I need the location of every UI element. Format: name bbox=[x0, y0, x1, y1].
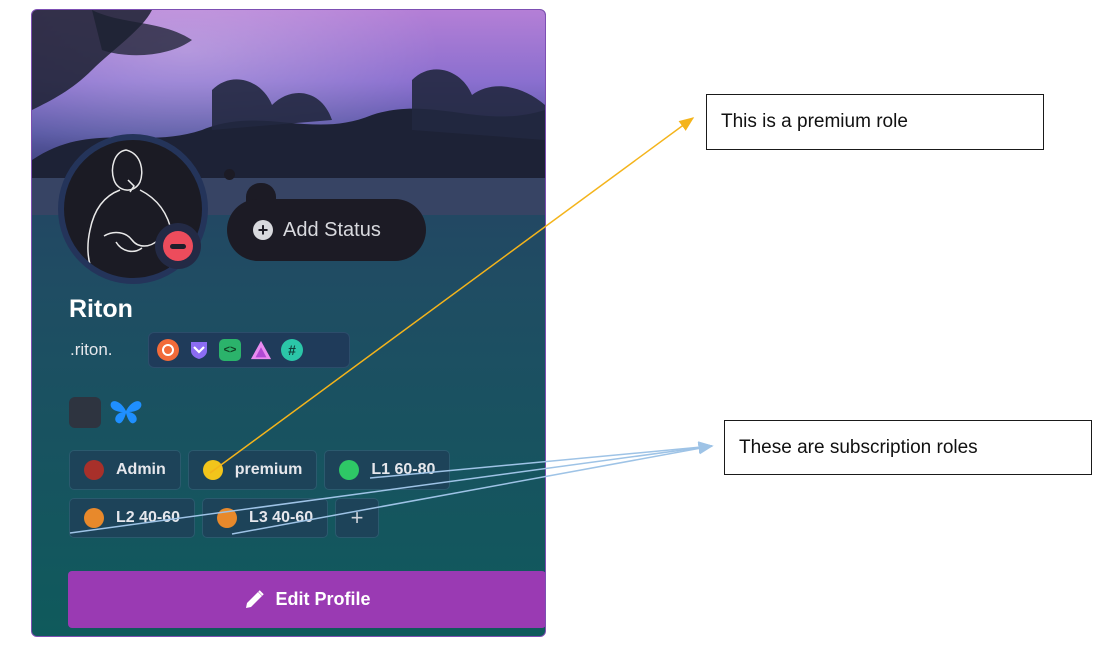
butterfly-icon[interactable] bbox=[109, 397, 143, 427]
role-label: L2 40-60 bbox=[116, 509, 181, 526]
app-connection-icon[interactable] bbox=[69, 397, 101, 428]
do-not-disturb-status-icon bbox=[155, 223, 201, 269]
role-color-dot bbox=[84, 460, 104, 480]
role-admin[interactable]: Admin bbox=[69, 450, 181, 490]
subscription-roles-callout: These are subscription roles bbox=[724, 420, 1092, 475]
status-bubble-dot bbox=[224, 169, 235, 180]
orange-ring-badge-icon[interactable] bbox=[157, 339, 179, 361]
add-status-button[interactable]: + Add Status bbox=[227, 199, 426, 261]
role-l1[interactable]: L1 60-80 bbox=[324, 450, 451, 490]
role-color-dot bbox=[202, 460, 223, 480]
premium-role-note: This is a premium role bbox=[721, 111, 908, 132]
edit-profile-button[interactable]: Edit Profile bbox=[68, 571, 545, 628]
role-premium[interactable]: premium bbox=[187, 450, 318, 490]
role-list: Admin premium L1 60-80 L2 40-60 L3 40-60… bbox=[69, 450, 509, 538]
role-color-dot bbox=[84, 508, 104, 528]
role-label: premium bbox=[234, 461, 303, 478]
teal-hash-badge-icon[interactable]: # bbox=[281, 339, 303, 361]
purple-shield-badge-icon[interactable] bbox=[188, 339, 210, 361]
role-color-dot bbox=[217, 508, 238, 528]
plus-circle-icon: + bbox=[253, 220, 273, 240]
badge-list: <> # bbox=[148, 332, 350, 368]
add-status-label: Add Status bbox=[283, 218, 381, 241]
username: .riton. bbox=[70, 340, 113, 359]
role-color-dot bbox=[339, 460, 360, 480]
display-name: Riton bbox=[69, 295, 133, 323]
subscription-roles-note: These are subscription roles bbox=[739, 436, 978, 458]
pencil-icon bbox=[246, 589, 265, 608]
plus-icon: + bbox=[350, 505, 364, 530]
role-l2[interactable]: L2 40-60 bbox=[69, 498, 196, 538]
profile-card: + Add Status Riton .riton. <> # Admin pr… bbox=[31, 9, 546, 637]
edit-profile-label: Edit Profile bbox=[275, 589, 371, 609]
role-l3[interactable]: L3 40-60 bbox=[202, 498, 329, 538]
role-label: Admin bbox=[116, 461, 166, 478]
pink-triangle-badge-icon[interactable] bbox=[250, 339, 272, 361]
add-role-button[interactable]: + bbox=[335, 498, 380, 538]
green-code-badge-icon[interactable]: <> bbox=[219, 339, 241, 361]
role-label: L3 40-60 bbox=[249, 509, 314, 526]
role-label: L1 60-80 bbox=[371, 461, 436, 478]
premium-role-callout: This is a premium role bbox=[706, 94, 1044, 150]
